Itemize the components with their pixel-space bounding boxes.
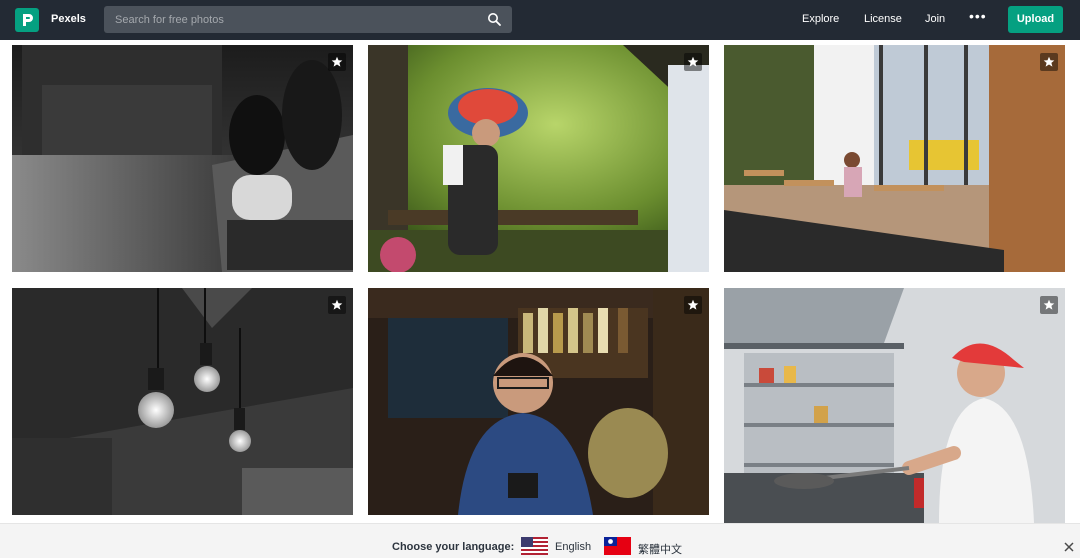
favorite-star-button[interactable] (1040, 53, 1058, 71)
nav-join[interactable]: Join (925, 13, 945, 25)
photo-cook-in-kitchen[interactable] (724, 288, 1065, 523)
us-flag-icon (521, 537, 548, 555)
language-option-traditional-chinese[interactable]: 繁體中文 (604, 536, 684, 556)
star-icon (1043, 56, 1055, 67)
star-icon (1043, 299, 1055, 310)
star-icon (687, 56, 699, 67)
photo-man-with-headdress[interactable] (368, 45, 709, 272)
language-prompt: Choose your language: (392, 541, 515, 553)
nav-license[interactable]: License (864, 13, 902, 25)
photo-hanging-light-bulbs[interactable] (12, 288, 353, 515)
photo-women-on-bench[interactable] (12, 45, 353, 272)
favorite-star-button[interactable] (684, 296, 702, 314)
star-icon (331, 56, 343, 67)
brand-name[interactable]: Pexels (51, 13, 86, 25)
search-icon[interactable] (487, 12, 502, 27)
favorite-star-button[interactable] (684, 53, 702, 71)
star-icon (687, 299, 699, 310)
upload-button[interactable]: Upload (1008, 6, 1063, 33)
language-label-traditional-chinese[interactable]: 繁體中文 (638, 541, 682, 557)
favorite-star-button[interactable] (1040, 296, 1058, 314)
close-icon[interactable] (1064, 542, 1074, 552)
nav-explore[interactable]: Explore (802, 13, 839, 25)
search-input[interactable] (104, 6, 474, 33)
photo-man-with-phone-in-bar[interactable] (368, 288, 709, 515)
top-navigation-bar: Pexels Explore License Join ••• Upload (0, 0, 1080, 40)
pexels-logo-icon[interactable] (15, 8, 39, 32)
language-selection-bar: Choose your language: English 繁體中文 (0, 523, 1080, 558)
search-bar[interactable] (104, 6, 512, 33)
language-label-english[interactable]: English (555, 541, 591, 553)
taiwan-flag-icon (604, 537, 631, 555)
language-option-english[interactable]: English (521, 536, 591, 556)
star-icon (331, 299, 343, 310)
favorite-star-button[interactable] (328, 296, 346, 314)
photo-cafe-interior[interactable] (724, 45, 1065, 272)
favorite-star-button[interactable] (328, 53, 346, 71)
more-options-icon[interactable]: ••• (969, 8, 987, 24)
